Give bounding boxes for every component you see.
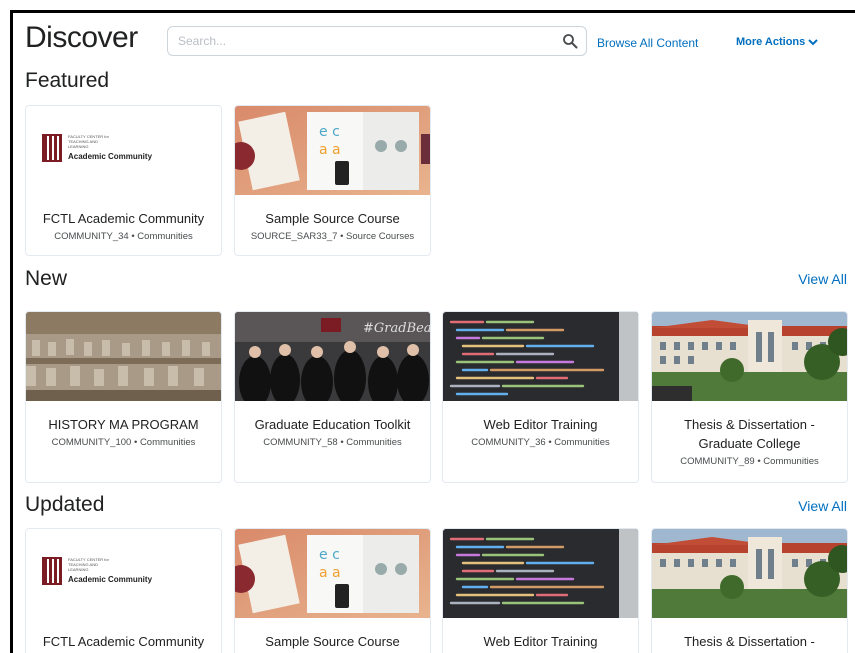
section-title-updated: Updated [25, 493, 105, 516]
thumbnail-graduates: #GradBears [235, 312, 430, 401]
university-seal-icon [42, 557, 62, 585]
featured-card-fctl[interactable]: FACULTY CENTER for TEACHING AND LEARNING… [25, 105, 222, 256]
featured-card-sample-source[interactable]: e c a a Sample Source Course SOURCE_SAR3… [234, 105, 431, 256]
search-icon[interactable] [562, 33, 578, 49]
thumbnail-code [443, 529, 638, 618]
card-title: HISTORY MA PROGRAM [48, 417, 199, 432]
updated-card-web-editor[interactable]: Web Editor Training [442, 528, 639, 653]
logo-main-text: Academic Community [68, 152, 153, 161]
new-card-history-ma[interactable]: HISTORY MA PROGRAM COMMUNITY_100 • Commu… [25, 311, 222, 483]
thumbnail-desk: e c a a [235, 106, 430, 195]
card-code: COMMUNITY_34 [54, 231, 129, 242]
card-code: COMMUNITY_58 [263, 437, 338, 448]
search-box[interactable] [167, 26, 587, 56]
card-title: FCTL Academic Community [42, 211, 205, 226]
card-code: COMMUNITY_100 [51, 437, 132, 448]
search-input[interactable] [168, 27, 548, 55]
card-code: COMMUNITY_89 [680, 456, 755, 467]
card-meta: COMMUNITY_34 • Communities [54, 231, 193, 242]
chevron-down-icon [808, 38, 818, 46]
new-card-web-editor[interactable]: Web Editor Training COMMUNITY_36 • Commu… [442, 311, 639, 483]
svg-text:a a: a a [319, 142, 341, 158]
card-type: Communities [137, 231, 193, 242]
new-card-thesis[interactable]: Thesis & Dissertation - Graduate College… [651, 311, 848, 483]
updated-card-thesis[interactable]: Thesis & Dissertation - [651, 528, 848, 653]
card-title: Sample Source Course [265, 634, 400, 649]
card-title: Web Editor Training [483, 417, 598, 432]
thumbnail-fctl-logo: FACULTY CENTER for TEACHING AND LEARNING… [26, 106, 221, 195]
browse-all-content-link[interactable]: Browse All Content [597, 36, 698, 50]
updated-card-sample-source[interactable]: e c a a Sample Source Course [234, 528, 431, 653]
card-type: Communities [554, 437, 610, 448]
svg-text:e c: e c [319, 124, 340, 140]
graduates-hashtag: #GradBears [363, 321, 430, 336]
logo-small-text: FACULTY CENTER for TEACHING AND LEARNING [68, 557, 109, 572]
section-title-new: New [25, 267, 68, 290]
updated-card-fctl[interactable]: FACULTY CENTER for TEACHING AND LEARNING… [25, 528, 222, 653]
card-meta: COMMUNITY_100 • Communities [51, 437, 196, 448]
card-title: Thesis & Dissertation - [684, 634, 815, 649]
logo-small-text: FACULTY CENTER for TEACHING AND LEARNING [68, 134, 109, 149]
card-title: Thesis & Dissertation - Graduate College [684, 417, 815, 451]
card-type: Source Courses [346, 231, 415, 242]
card-type: Communities [139, 437, 196, 448]
card-code: COMMUNITY_36 [471, 437, 546, 448]
thumbnail-building [652, 312, 847, 401]
card-meta: COMMUNITY_36 • Communities [471, 437, 610, 448]
discover-header: Discover Browse All Content More Actions [25, 21, 855, 61]
card-meta: SOURCE_SAR33_7 • Source Courses [250, 231, 415, 242]
university-seal-icon [42, 134, 62, 162]
discover-page: Discover Browse All Content More Actions… [10, 10, 855, 653]
thumbnail-building [652, 529, 847, 618]
new-card-grad-toolkit[interactable]: #GradBears Graduate Education Toolkit CO… [234, 311, 431, 483]
more-actions-button[interactable]: More Actions [736, 36, 818, 48]
card-title: Graduate Education Toolkit [254, 417, 411, 432]
card-code: SOURCE_SAR33_7 [250, 231, 338, 242]
svg-text:a a: a a [319, 565, 341, 581]
svg-text:e c: e c [319, 547, 340, 563]
card-meta: COMMUNITY_89 • Communities [680, 456, 819, 467]
card-title: FCTL Academic Community [42, 634, 205, 649]
card-type: Communities [346, 437, 402, 448]
card-title: Sample Source Course [265, 211, 400, 226]
more-actions-label: More Actions [736, 36, 806, 48]
thumbnail-fctl-logo: FACULTY CENTER for TEACHING AND LEARNING… [26, 529, 221, 618]
view-all-new-link[interactable]: View All [798, 271, 847, 287]
thumbnail-desk: e c a a [235, 529, 430, 618]
page-title: Discover [25, 21, 138, 54]
card-type: Communities [763, 456, 819, 467]
thumbnail-terracotta [26, 312, 221, 401]
thumbnail-code [443, 312, 638, 401]
view-all-updated-link[interactable]: View All [798, 498, 847, 514]
section-title-featured: Featured [25, 69, 110, 92]
card-title: Web Editor Training [483, 634, 598, 649]
logo-main-text: Academic Community [68, 575, 153, 584]
card-meta: COMMUNITY_58 • Communities [263, 437, 402, 448]
